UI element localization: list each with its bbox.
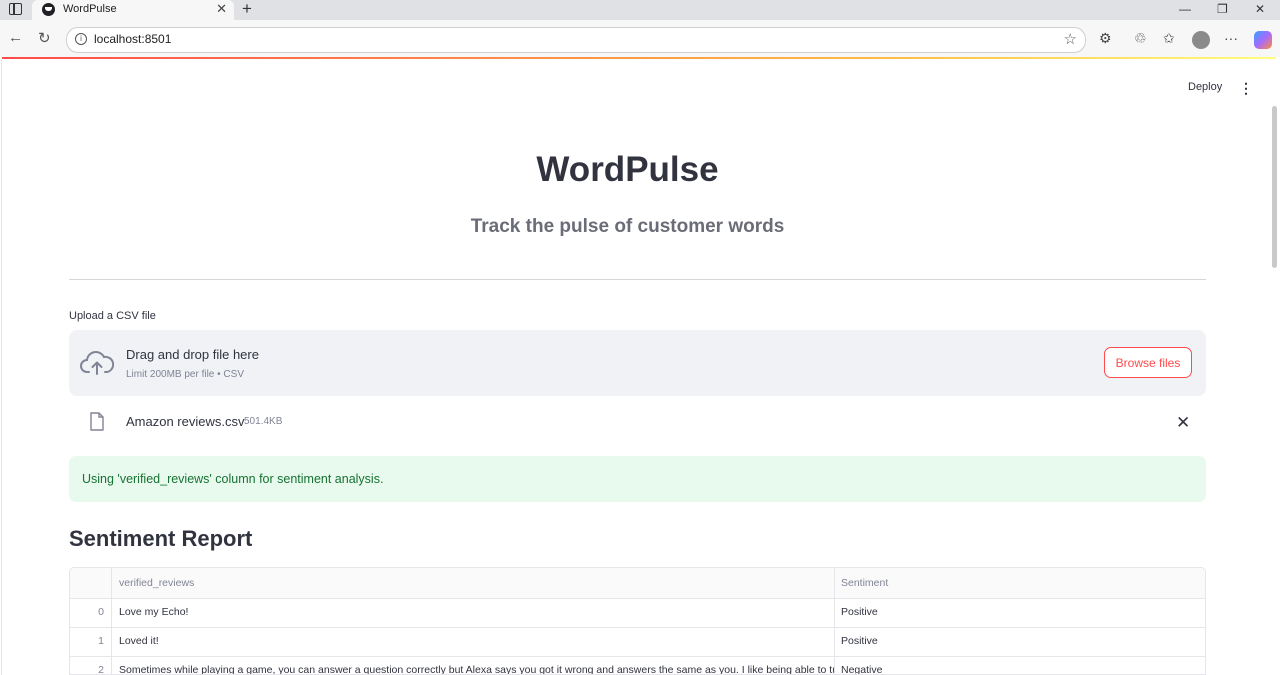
row-index: 2 [70,656,112,674]
tab-title: WordPulse [63,3,117,15]
cloud-upload-icon [80,351,114,375]
favorite-star-icon[interactable]: ☆ [1064,30,1077,48]
divider [69,279,1206,280]
table-row[interactable]: 1 Loved it! Positive [70,627,1205,657]
window-close-icon[interactable]: ✕ [1255,2,1265,16]
tab-close-icon[interactable]: ✕ [216,1,227,17]
scrollbar[interactable] [1272,106,1277,268]
table-header-row: verified_reviews Sentiment [70,568,1205,599]
sidebar-toggle-icon[interactable] [9,3,22,15]
success-alert-text: Using 'verified_reviews' column for sent… [82,472,384,486]
copilot-icon[interactable] [1254,31,1272,49]
app-decoration-line [2,57,1276,59]
row-index: 0 [70,598,112,627]
uploaded-file-name: Amazon reviews.csv [126,414,245,429]
browser-tab-bar: WordPulse ✕ + — ❐ ✕ [0,0,1280,20]
review-cell[interactable]: Loved it! [112,627,835,656]
table-header-reviews[interactable]: verified_reviews [112,568,835,598]
table-row[interactable]: 0 Love my Echo! Positive [70,598,1205,628]
site-info-icon[interactable]: i [75,33,87,45]
back-icon[interactable]: ← [8,29,23,46]
uploaded-file-size: 501.4KB [244,416,283,427]
drop-title: Drag and drop file here [126,347,259,362]
extensions-icon[interactable]: ⚙ [1099,30,1112,47]
drop-limit: Limit 200MB per file • CSV [126,369,244,380]
refresh-icon[interactable]: ↻ [38,29,51,47]
page-subtitle: Track the pulse of customer words [470,216,785,237]
section-title: Sentiment Report [69,526,253,551]
sentiment-cell[interactable]: Negative [835,656,1205,674]
row-index: 1 [70,627,112,656]
new-tab-icon[interactable]: + [242,0,252,19]
remove-file-icon[interactable]: ✕ [1176,413,1190,433]
browser-address-bar: ← ↻ i localhost:8501 ☆ ⚙ ♲ ✩ ··· [0,20,1280,57]
browser-essentials-icon[interactable]: ♲ [1134,30,1147,47]
table-header-index [70,568,112,598]
minimize-icon[interactable]: — [1179,2,1191,16]
review-cell[interactable]: Love my Echo! [112,598,835,627]
deploy-button[interactable]: Deploy [1188,81,1222,93]
sentiment-cell[interactable]: Positive [835,627,1205,656]
favorites-icon[interactable]: ✩ [1163,30,1175,47]
main-menu-icon[interactable]: ⋮ [1239,80,1253,96]
url-text[interactable]: localhost:8501 [94,32,171,46]
file-icon [90,412,104,431]
page-title: WordPulse [536,150,719,189]
table-header-sentiment[interactable]: Sentiment [835,568,1205,598]
profile-icon[interactable] [1192,31,1210,49]
sentiment-table[interactable]: verified_reviews Sentiment 0 Love my Ech… [69,567,1206,675]
sentiment-cell[interactable]: Positive [835,598,1205,627]
more-icon[interactable]: ··· [1224,30,1238,46]
browser-tab[interactable]: WordPulse ✕ [32,0,234,20]
review-cell[interactable]: Sometimes while playing a game, you can … [112,656,835,674]
browse-files-button[interactable]: Browse files [1104,347,1192,378]
upload-label: Upload a CSV file [69,310,156,322]
file-dropzone[interactable] [69,330,1206,396]
url-input[interactable]: i localhost:8501 ☆ [66,27,1086,53]
maximize-icon[interactable]: ❐ [1217,2,1228,16]
favicon-icon [42,3,55,16]
table-row[interactable]: 2 Sometimes while playing a game, you ca… [70,656,1205,674]
